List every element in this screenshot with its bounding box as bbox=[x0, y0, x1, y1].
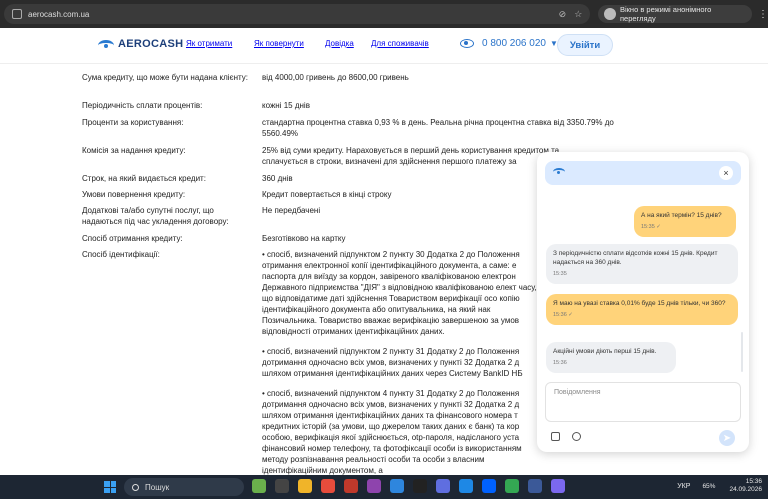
edge-icon[interactable] bbox=[390, 479, 404, 493]
nav-how-to-get[interactable]: Як отримати bbox=[186, 39, 232, 48]
logo[interactable]: AEROCASH bbox=[98, 37, 183, 51]
windows-start-icon[interactable] bbox=[104, 481, 116, 493]
message-text: Акційні умови діють перші 15 днів. bbox=[553, 348, 657, 355]
taskbar-apps bbox=[252, 479, 574, 493]
task-view-icon[interactable] bbox=[275, 479, 289, 493]
taskbar-search[interactable]: Пошук bbox=[124, 478, 244, 496]
address-bar[interactable]: aerocash.com.ua ⊘ ☆ bbox=[4, 4, 591, 24]
row-key: Строк, на який видається кредит: bbox=[82, 174, 206, 183]
emoji-icon[interactable] bbox=[572, 432, 581, 441]
chat-message-user: А на який термін? 15 днів? 15:35 ✓ bbox=[634, 206, 736, 237]
chat-message-bot: Акційні умови діють перші 15 днів. 15:36 bbox=[546, 342, 676, 373]
site-header: AEROCASH Як отримати Як повернути Довідк… bbox=[0, 28, 768, 64]
phone-number[interactable]: 0 800 206 020 bbox=[482, 38, 546, 49]
row-value: кожні 15 днів bbox=[262, 101, 310, 110]
nav-help[interactable]: Довідка bbox=[325, 39, 354, 48]
login-button[interactable]: Увійти bbox=[557, 34, 613, 56]
battery-percent[interactable]: 65% bbox=[702, 483, 715, 490]
browser-menu-icon[interactable]: ⋮ bbox=[758, 9, 768, 20]
chat-bot-icon bbox=[553, 167, 565, 178]
system-tray: УКР 65% 15:36 24.09.2026 bbox=[677, 478, 762, 494]
message-meta: 15:35 ✓ bbox=[641, 224, 661, 230]
row-key: Спосіб ідентифікації: bbox=[82, 250, 160, 259]
send-button[interactable]: ➤ bbox=[719, 430, 735, 446]
message-time: 15:35 bbox=[553, 271, 567, 277]
teams-icon[interactable] bbox=[436, 479, 450, 493]
message-meta: 15:36 ✓ bbox=[553, 312, 573, 318]
identification-methods: • спосіб, визначений підпунктом 2 пункту… bbox=[262, 249, 547, 485]
search-label: Пошук bbox=[145, 482, 170, 492]
row-key: Комісія за надання кредиту: bbox=[82, 146, 186, 155]
chat-widget: × А на який термін? 15 днів? 15:35 ✓ З п… bbox=[537, 152, 749, 452]
chat-message-user: Я маю на увазі ставка 0,01% буде 15 днів… bbox=[546, 294, 738, 325]
phone-block[interactable]: 0 800 206 020 ▼ bbox=[460, 38, 558, 49]
attach-icon[interactable] bbox=[551, 432, 560, 441]
row-value: від 4000,00 гривень до 8600,00 гривень bbox=[262, 73, 409, 82]
close-icon[interactable]: × bbox=[719, 166, 733, 180]
incognito-icon bbox=[604, 8, 616, 20]
file-explorer-icon[interactable] bbox=[298, 479, 312, 493]
ident-paragraph: • спосіб, визначений підпунктом 4 пункту… bbox=[262, 389, 522, 475]
clock-time: 15:36 bbox=[745, 478, 762, 485]
chat-tools bbox=[551, 432, 593, 441]
message-text: З періодичністю сплати відсотків кожні 1… bbox=[553, 250, 718, 266]
ident-paragraph: • спосіб, визначений підпунктом 2 пункту… bbox=[262, 347, 523, 378]
row-key: Проценти за користування: bbox=[82, 118, 184, 127]
app-icon[interactable] bbox=[528, 479, 542, 493]
windows-taskbar: Пошук УКР 65% 15:36 24.09.2026 bbox=[0, 475, 768, 499]
opera-icon[interactable] bbox=[321, 479, 335, 493]
incognito-indicator[interactable]: Вікно в режимі анонімного перегляду bbox=[598, 5, 752, 23]
ident-paragraph: • спосіб, визначений підпунктом 2 пункту… bbox=[262, 250, 537, 336]
logo-icon bbox=[98, 37, 114, 51]
clock[interactable]: 15:36 24.09.2026 bbox=[729, 478, 762, 494]
copilot-icon[interactable] bbox=[367, 479, 381, 493]
site-info-icon[interactable] bbox=[12, 9, 22, 19]
chrome-icon[interactable] bbox=[505, 479, 519, 493]
viber-icon[interactable] bbox=[551, 479, 565, 493]
language-indicator[interactable]: УКР bbox=[677, 483, 690, 490]
message-time: 15:36 bbox=[553, 360, 567, 366]
telegram-icon[interactable] bbox=[459, 479, 473, 493]
nav-how-to-repay[interactable]: Як повернути bbox=[254, 39, 304, 48]
widget-app-icon[interactable] bbox=[252, 479, 266, 493]
message-text: Я маю на увазі ставка 0,01% буде 15 днів… bbox=[553, 300, 726, 307]
clock-date: 24.09.2026 bbox=[729, 486, 762, 493]
logo-text: AEROCASH bbox=[118, 38, 184, 50]
row-key: Сума кредиту, що може бути надана клієнт… bbox=[82, 73, 249, 82]
row-key: Періодичність сплати процентів: bbox=[82, 101, 203, 110]
dropbox-icon[interactable] bbox=[482, 479, 496, 493]
url-text[interactable]: aerocash.com.ua bbox=[28, 10, 89, 19]
eye-off-icon[interactable]: ⊘ bbox=[559, 9, 567, 20]
nav-for-consumers[interactable]: Для споживачів bbox=[371, 39, 429, 48]
message-placeholder: Повідомлення bbox=[554, 389, 601, 396]
message-text: А на який термін? 15 днів? bbox=[641, 212, 722, 219]
chat-header: × bbox=[545, 161, 741, 185]
chat-scrollbar[interactable] bbox=[741, 332, 743, 372]
chat-messages: А на який термін? 15 днів? 15:35 ✓ З пер… bbox=[537, 196, 749, 373]
browser-toolbar: aerocash.com.ua ⊘ ☆ Вікно в режимі аноні… bbox=[0, 0, 768, 28]
tiktok-icon[interactable] bbox=[413, 479, 427, 493]
chat-message-bot: З періодичністю сплати відсотків кожні 1… bbox=[546, 244, 738, 284]
accessibility-eye-icon[interactable] bbox=[460, 39, 474, 48]
row-value: стандартна процентна ставка 0,93 % в ден… bbox=[262, 118, 614, 138]
row-key: Умови повернення кредиту: bbox=[82, 190, 186, 199]
row-key: Додаткові та/або супутні послуг, що нада… bbox=[82, 206, 229, 226]
search-icon bbox=[132, 483, 139, 491]
app-l-icon[interactable] bbox=[344, 479, 358, 493]
incognito-label: Вікно в режимі анонімного перегляду bbox=[619, 5, 712, 23]
message-input[interactable]: Повідомлення bbox=[545, 382, 741, 422]
row-key: Спосіб отримання кредиту: bbox=[82, 234, 183, 243]
bookmark-star-icon[interactable]: ☆ bbox=[574, 9, 582, 20]
